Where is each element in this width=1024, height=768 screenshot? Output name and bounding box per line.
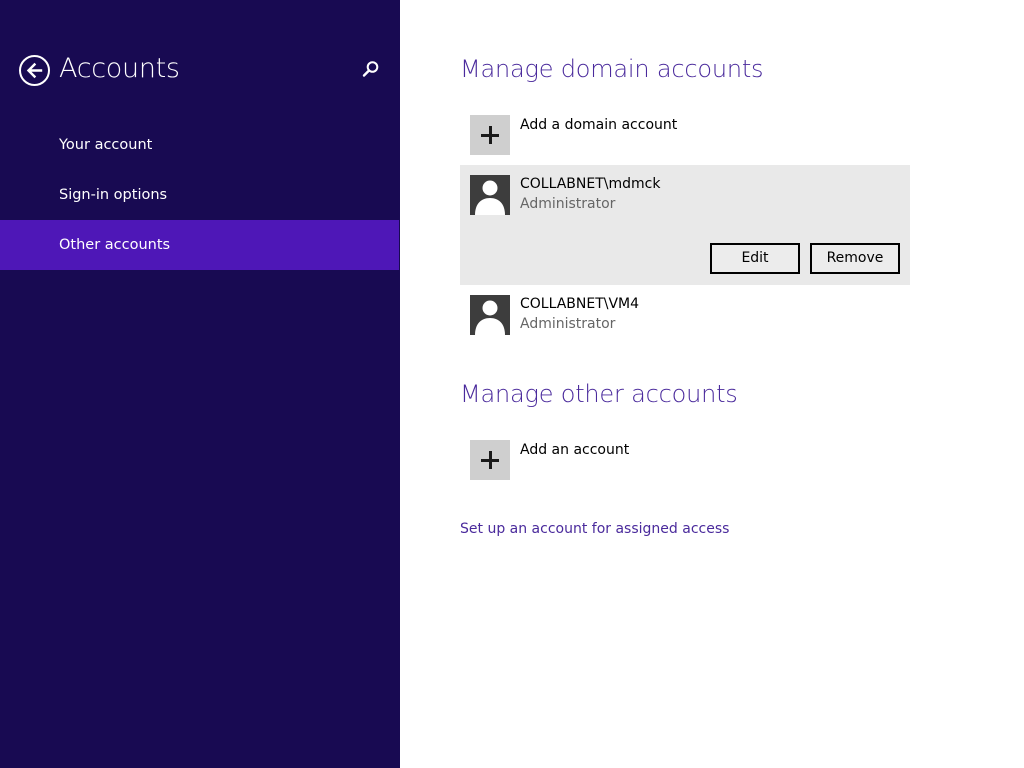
add-account-button[interactable]: Add an account xyxy=(470,440,910,480)
main-content: Manage domain accounts Add a domain acco… xyxy=(400,0,1024,768)
sidebar-item-your-account[interactable]: Your account xyxy=(0,120,399,170)
other-accounts-heading: Manage other accounts xyxy=(460,380,738,408)
sidebar: Accounts Your account Sign-in options Ot… xyxy=(0,0,400,768)
account-item-mdmck[interactable]: COLLABNET\mdmck Administrator Edit Remov… xyxy=(460,165,910,285)
account-name: COLLABNET\VM4 xyxy=(520,296,640,312)
page-title: Accounts xyxy=(59,53,180,84)
sidebar-nav: Your account Sign-in options Other accou… xyxy=(0,120,399,270)
edit-button[interactable]: Edit xyxy=(710,243,800,274)
account-item-vm4[interactable]: COLLABNET\VM4 Administrator xyxy=(460,285,910,345)
back-button[interactable] xyxy=(19,55,50,86)
add-domain-account-button[interactable]: Add a domain account xyxy=(470,115,910,155)
plus-icon xyxy=(470,440,510,480)
assigned-access-link[interactable]: Set up an account for assigned access xyxy=(460,521,729,537)
account-name: COLLABNET\mdmck xyxy=(520,176,661,192)
sidebar-item-other-accounts[interactable]: Other accounts xyxy=(0,220,399,270)
domain-accounts-heading: Manage domain accounts xyxy=(460,55,764,83)
add-domain-account-label: Add a domain account xyxy=(520,117,678,133)
search-icon xyxy=(362,61,379,77)
account-role: Administrator xyxy=(520,316,616,332)
plus-icon xyxy=(470,115,510,155)
user-avatar-icon xyxy=(470,295,510,335)
account-role: Administrator xyxy=(520,196,616,212)
back-arrow-icon xyxy=(26,62,43,79)
user-avatar-icon xyxy=(470,175,510,215)
add-account-label: Add an account xyxy=(520,442,630,458)
remove-button[interactable]: Remove xyxy=(810,243,900,274)
sidebar-item-sign-in-options[interactable]: Sign-in options xyxy=(0,170,399,220)
search-button[interactable] xyxy=(362,60,380,80)
